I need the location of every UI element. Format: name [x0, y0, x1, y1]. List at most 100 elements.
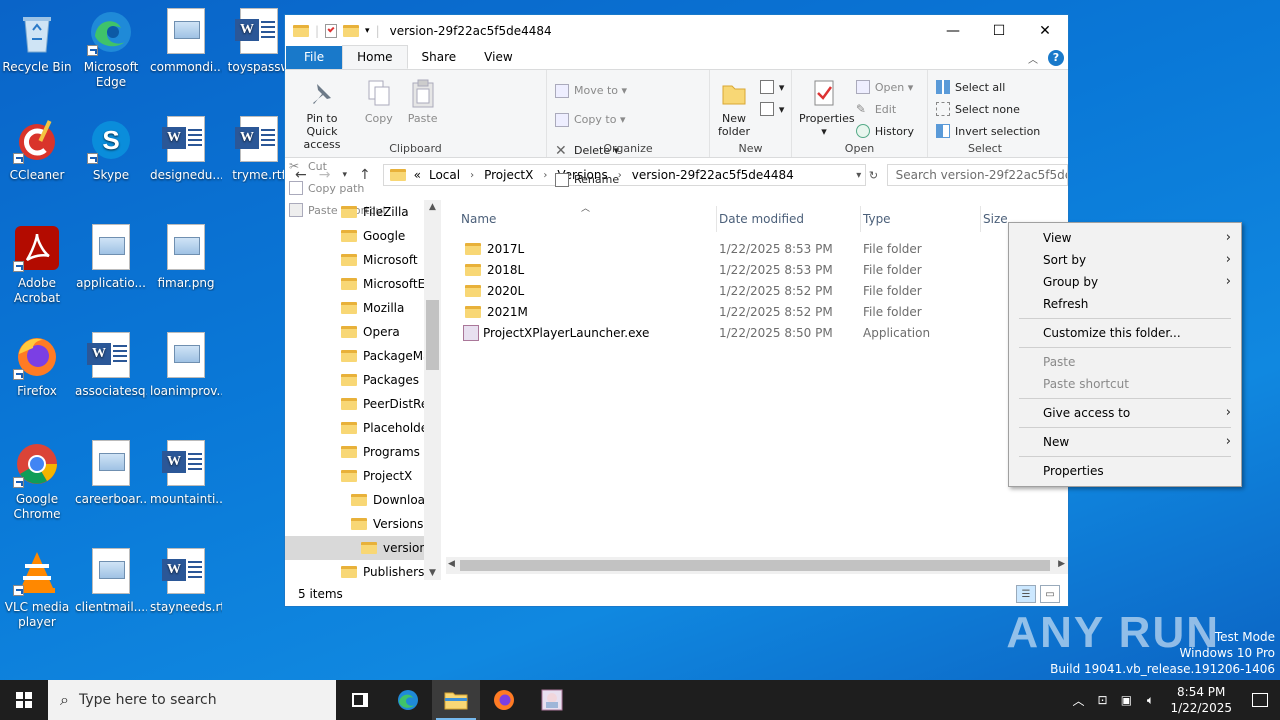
desktop-icon-ccleaner[interactable]: CCleaner [1, 116, 73, 183]
notification-button[interactable] [1240, 680, 1280, 720]
invert-selection-button[interactable]: Invert selection [936, 120, 1040, 142]
nav-item[interactable]: Versions [285, 512, 441, 536]
nav-item[interactable]: Microsoft [285, 248, 441, 272]
taskbar-firefox[interactable] [480, 680, 528, 720]
desktop-icon-file[interactable]: fimar.png [150, 224, 222, 291]
nav-item[interactable]: version-2 [285, 536, 441, 560]
chevron-right-icon[interactable]: › [543, 170, 547, 181]
horizontal-scrollbar[interactable]: ◀ ▶ [446, 557, 1068, 574]
file-row[interactable]: ProjectXPlayerLauncher.exe 1/22/2025 8:50… [459, 322, 1068, 343]
address-dropdown-icon[interactable]: ▾ [856, 170, 865, 181]
task-view-button[interactable] [336, 680, 384, 720]
maximize-button[interactable]: ☐ [976, 15, 1022, 46]
tab-view[interactable]: View [470, 46, 526, 69]
move-to-button[interactable]: Move to ▾ [555, 76, 633, 105]
help-icon[interactable]: ? [1048, 50, 1064, 66]
nav-item[interactable]: ProjectX [285, 464, 441, 488]
minimize-button[interactable]: — [930, 15, 976, 46]
tab-share[interactable]: Share [408, 46, 471, 69]
column-date-modified[interactable]: Date modified [717, 206, 861, 232]
nav-item[interactable]: PackageMa [285, 344, 441, 368]
desktop-icon-file[interactable]: W mountainti... [150, 440, 222, 507]
nav-item[interactable]: Publishers [285, 560, 441, 580]
clock[interactable]: 8:54 PM 1/22/2025 [1162, 684, 1240, 716]
context-menu-item[interactable]: New › [1009, 431, 1241, 453]
scroll-right-icon[interactable]: ▶ [1058, 559, 1065, 569]
context-menu-item[interactable]: Sort by › [1009, 249, 1241, 271]
copy-path-button[interactable]: Copy path [289, 177, 387, 199]
start-button[interactable] [0, 680, 48, 720]
select-none-button[interactable]: Select none [936, 98, 1040, 120]
volume-icon[interactable]: 🔈︎ [1138, 693, 1162, 708]
nav-item[interactable]: Mozilla [285, 296, 441, 320]
tab-file[interactable]: File [286, 46, 343, 69]
rename-button[interactable]: Rename [555, 165, 625, 194]
cut-button[interactable]: ✂ Cut [289, 155, 387, 177]
scrollbar-thumb[interactable] [426, 300, 439, 370]
desktop-icon-file[interactable]: W associatesq... [75, 332, 147, 399]
taskbar-edge[interactable] [384, 680, 432, 720]
copy-to-button[interactable]: Copy to ▾ [555, 105, 633, 134]
nav-item[interactable]: Google [285, 224, 441, 248]
vertical-scrollbar[interactable]: ▲ ▼ [424, 200, 441, 580]
scroll-up-icon[interactable]: ▲ [424, 202, 441, 212]
easy-access-button[interactable]: ▾ [759, 98, 784, 120]
title-bar[interactable]: | ▾ | version-29f22ac5f5de4484 — ☐ ✕ [285, 15, 1068, 46]
new-folder-icon[interactable] [343, 24, 360, 37]
scroll-down-icon[interactable]: ▼ [424, 568, 441, 578]
desktop-icon-acrobat[interactable]: Adobe Acrobat [1, 224, 73, 306]
breadcrumb-item[interactable]: ProjectX [484, 168, 533, 182]
desktop-icon-file[interactable]: careerboar... [75, 440, 147, 507]
desktop-icon-file[interactable]: loanimprov... [150, 332, 222, 399]
search-input[interactable]: Search version-29f22ac5f5de4... ⌕ [886, 164, 1068, 186]
context-menu-item[interactable]: Group by › [1009, 271, 1241, 293]
details-view-icon[interactable]: ☰ [1016, 585, 1036, 603]
edit-button[interactable]: ✎ Edit [856, 98, 914, 120]
refresh-icon[interactable]: ↻ [866, 169, 880, 182]
tab-home[interactable]: Home [342, 45, 408, 69]
breadcrumb-overflow[interactable]: « [414, 168, 421, 182]
desktop-icon-file[interactable]: clientmail.... [75, 548, 147, 615]
context-menu-item[interactable]: Properties [1009, 460, 1241, 482]
desktop-icon-firefox[interactable]: Firefox [1, 332, 73, 399]
nav-item[interactable]: Packages [285, 368, 441, 392]
nav-item[interactable]: FileZilla [285, 200, 441, 224]
close-button[interactable]: ✕ [1022, 15, 1068, 46]
context-menu-item[interactable]: View › [1009, 227, 1241, 249]
taskbar-search[interactable]: ⌕ Type here to search [48, 680, 336, 720]
context-menu-item[interactable]: Give access to › [1009, 402, 1241, 424]
scroll-left-icon[interactable]: ◀ [448, 559, 455, 569]
file-row[interactable]: 2021M 1/22/2025 8:52 PM File folder [459, 301, 1068, 322]
desktop-icon-file[interactable]: W stayneeds.rtf [150, 548, 222, 615]
ethernet-icon[interactable]: ▣ [1114, 693, 1138, 707]
column-type[interactable]: Type [861, 206, 981, 232]
paste-button[interactable]: Paste [403, 74, 443, 127]
file-row[interactable]: 2020L 1/22/2025 8:52 PM File folder [459, 280, 1068, 301]
chevron-up-icon[interactable]: ︿ [1066, 692, 1090, 709]
context-menu-item[interactable]: Customize this folder... [1009, 322, 1241, 344]
context-menu-item[interactable]: Refresh [1009, 293, 1241, 315]
open-button[interactable]: Open ▾ [855, 76, 914, 98]
collapse-ribbon-icon[interactable]: ︿ [1028, 51, 1038, 66]
large-icons-view-icon[interactable]: ▭ [1040, 585, 1060, 603]
properties-button[interactable]: Properties ▾ [796, 74, 855, 140]
select-all-button[interactable]: Select all [936, 76, 1040, 98]
breadcrumb-item[interactable]: version-29f22ac5f5de4484 [632, 168, 794, 182]
properties-icon[interactable] [325, 23, 338, 38]
desktop-icon-edge[interactable]: Microsoft Edge [75, 8, 147, 90]
chevron-right-icon[interactable]: › [470, 170, 474, 181]
nav-item[interactable]: Placeholder [285, 416, 441, 440]
nav-item[interactable]: PeerDistRep [285, 392, 441, 416]
scrollbar-thumb[interactable] [460, 560, 1050, 571]
column-name[interactable]: Name ︿ [459, 204, 717, 232]
desktop-icon-file[interactable]: W designedu... [150, 116, 222, 183]
nav-item[interactable]: MicrosoftEc [285, 272, 441, 296]
desktop-icon-chrome[interactable]: Google Chrome [1, 440, 73, 522]
breadcrumb-item[interactable]: Local [429, 168, 460, 182]
taskbar-projectx-launcher[interactable] [528, 680, 576, 720]
desktop-icon-file[interactable]: commondi... [150, 8, 222, 75]
desktop-icon-skype[interactable]: S Skype [75, 116, 147, 183]
history-button[interactable]: History [855, 120, 914, 142]
nav-item[interactable]: Programs [285, 440, 441, 464]
copy-button[interactable]: Copy [359, 74, 399, 127]
